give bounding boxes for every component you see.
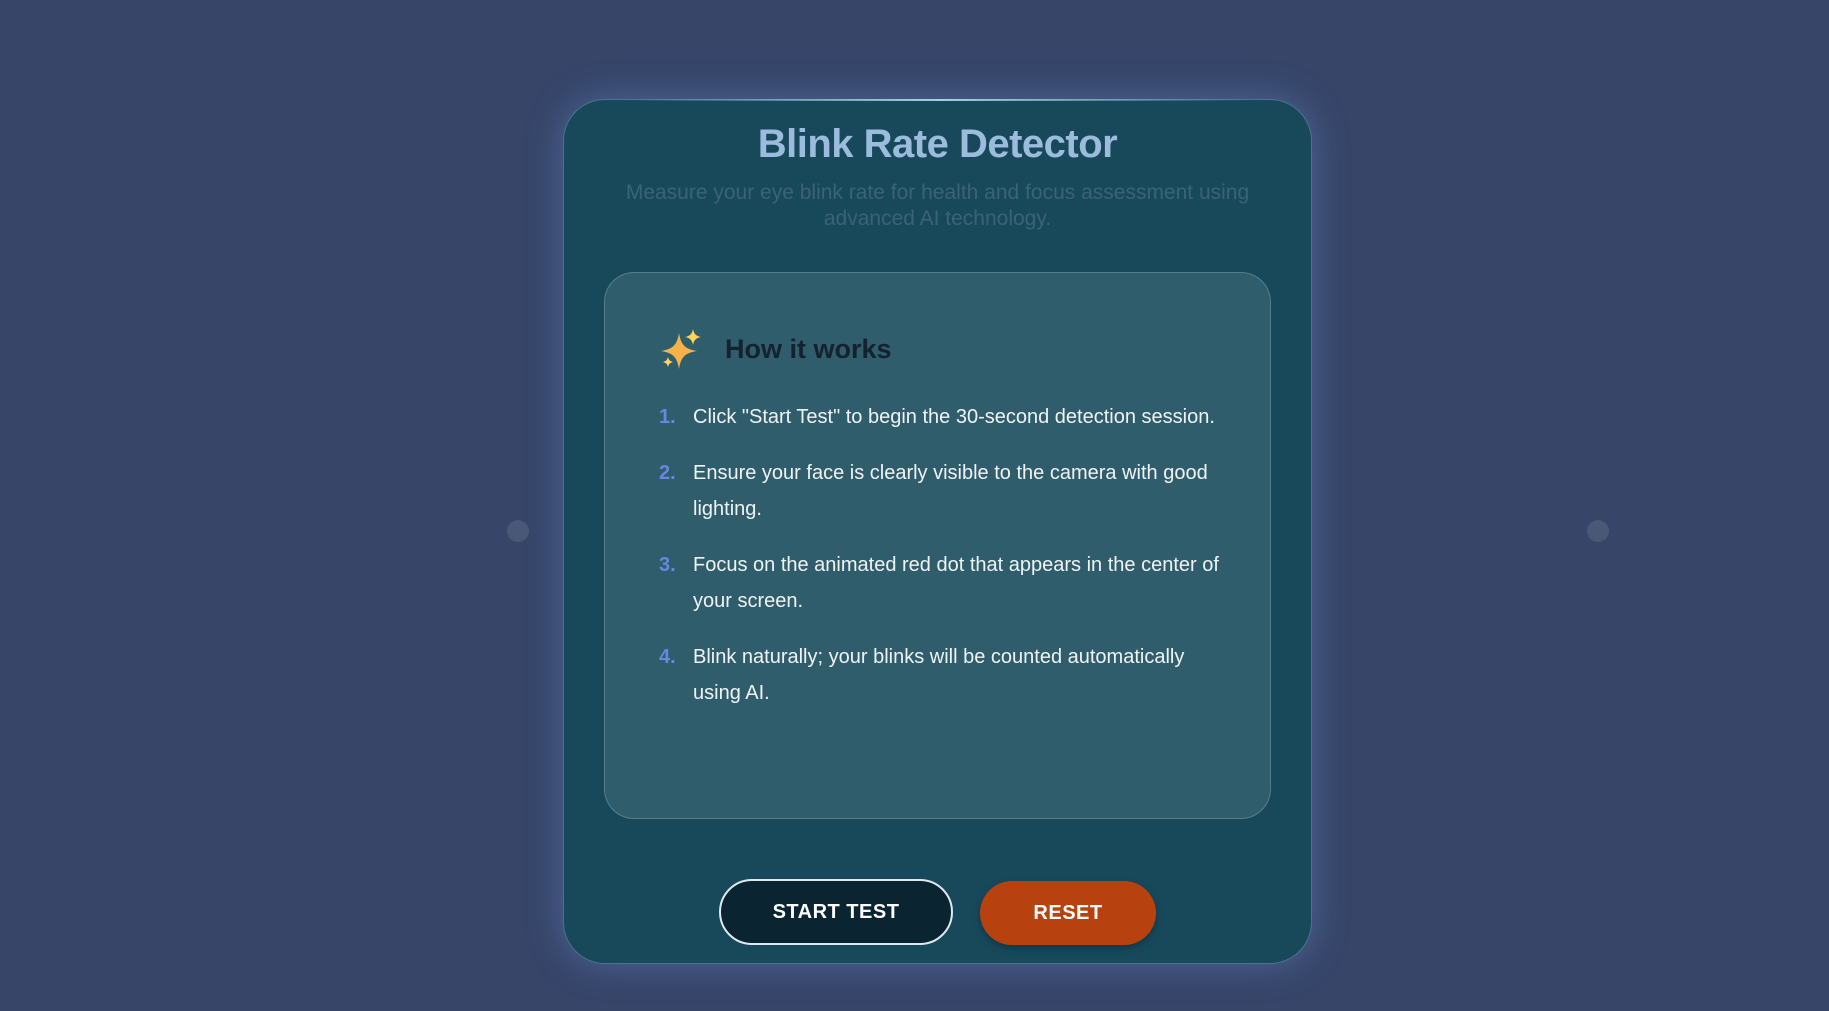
list-item: 4. Blink naturally; your blinks will be … <box>659 639 1219 711</box>
step-number: 2. <box>659 462 676 484</box>
card-top-highlight <box>624 99 1251 101</box>
step-number: 3. <box>659 554 676 576</box>
step-text: Ensure your face is clearly visible to t… <box>693 462 1208 520</box>
how-it-works-panel: How it works 1. Click "Start Test" to be… <box>604 272 1271 819</box>
left-decorative-dot <box>507 520 529 542</box>
right-decorative-dot <box>1587 520 1609 542</box>
page-title: Blink Rate Detector <box>757 122 1118 166</box>
list-item: 1. Click "Start Test" to begin the 30-se… <box>659 399 1219 435</box>
list-item: 2. Ensure your face is clearly visible t… <box>659 455 1219 527</box>
step-text: Blink naturally; your blinks will be cou… <box>693 646 1185 704</box>
step-number: 4. <box>659 646 676 668</box>
how-it-works-header: How it works <box>659 327 892 371</box>
how-it-works-title: How it works <box>725 333 892 364</box>
page-subtitle: Measure your eye blink rate for health a… <box>625 181 1250 230</box>
step-text: Click "Start Test" to begin the 30-secon… <box>693 406 1215 428</box>
list-item: 3. Focus on the animated red dot that ap… <box>659 547 1219 619</box>
start-test-button[interactable]: START TEST <box>719 879 953 945</box>
detector-card: Blink Rate Detector Measure your eye bli… <box>563 99 1312 964</box>
step-text: Focus on the animated red dot that appea… <box>693 554 1219 612</box>
reset-button[interactable]: RESET <box>980 881 1156 945</box>
sparkle-icon <box>661 329 701 369</box>
steps-list: 1. Click "Start Test" to begin the 30-se… <box>659 399 1219 731</box>
page-background: Blink Rate Detector Measure your eye bli… <box>0 0 1829 1011</box>
step-number: 1. <box>659 406 676 428</box>
